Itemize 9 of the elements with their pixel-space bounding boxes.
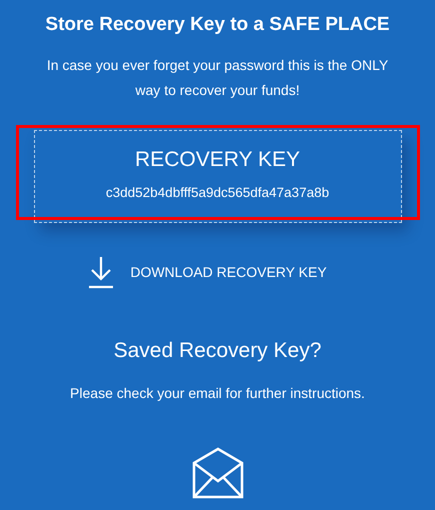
page-title: Store Recovery Key to a SAFE PLACE	[45, 14, 390, 36]
download-link[interactable]: DOWNLOAD RECOVERY KEY	[88, 255, 327, 289]
email-text: Please check your email for further instructions.	[70, 385, 365, 401]
envelope-icon	[192, 447, 244, 499]
instruction-text: In case you ever forget your password this is the ONLY way to recover your funds!	[46, 56, 390, 100]
download-icon	[88, 255, 114, 289]
key-value: c3dd52b4dbfff5a9dc565dfa47a37a8b	[106, 185, 330, 200]
saved-heading: Saved Recovery Key?	[114, 339, 322, 363]
key-label: RECOVERY KEY	[135, 148, 300, 172]
